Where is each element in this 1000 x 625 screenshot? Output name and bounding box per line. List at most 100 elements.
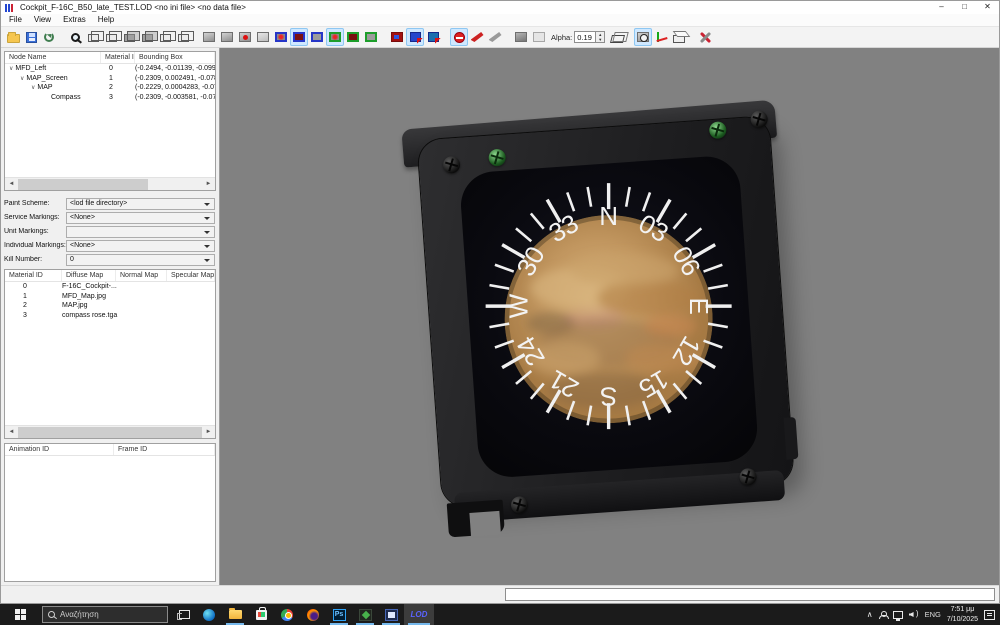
red-cube-marker-icon[interactable] [388, 28, 406, 46]
task-view-button[interactable] [172, 604, 196, 625]
taskbar-photoshop-icon[interactable]: Ps [326, 604, 352, 625]
teal-flag-icon[interactable] [424, 28, 442, 46]
clock[interactable]: 7:51 μμ 7/10/2025 [947, 605, 978, 623]
green-cube-gray-icon[interactable] [362, 28, 380, 46]
no-entry-icon[interactable] [450, 28, 468, 46]
separator[interactable] [58, 28, 66, 46]
materials-horizontal-scrollbar[interactable]: ◄ ► [5, 425, 215, 438]
tree-node-row[interactable]: Compass 3 (-0.2309, -0.003581, -0.079 [5, 93, 215, 103]
lod-level-1-icon[interactable] [84, 28, 102, 46]
transparent-cube-icon[interactable] [530, 28, 548, 46]
start-button[interactable] [0, 604, 40, 625]
tree-header-node-name: Node Name [5, 52, 101, 63]
chevron-down-icon[interactable]: ∨ [20, 76, 24, 82]
kill-number-select[interactable]: 0 [66, 254, 215, 266]
lod-level-5-icon[interactable] [156, 28, 174, 46]
action-center-icon[interactable] [984, 610, 995, 620]
taskbar-search-input[interactable]: Αναζήτηση [42, 606, 168, 623]
service-markings-select[interactable]: <None> [66, 212, 215, 224]
blue-cube-filled-icon[interactable] [290, 28, 308, 46]
open-file-icon[interactable] [4, 28, 22, 46]
solid-cube-2-icon[interactable] [218, 28, 236, 46]
taskbar-firefox-icon[interactable] [300, 604, 326, 625]
materials-panel: Material ID Diffuse Map Normal Map Specu… [4, 269, 216, 439]
node-material-id: 1 [101, 74, 135, 84]
tree-horizontal-scrollbar[interactable]: ◄ ► [5, 177, 215, 190]
taskbar-chrome-icon[interactable] [274, 604, 300, 625]
material-row[interactable]: 1 MFD_Map.jpg [5, 292, 215, 302]
axes-icon[interactable] [652, 28, 670, 46]
zoom-tool-icon[interactable] [66, 28, 84, 46]
compass-tick [686, 228, 701, 241]
menu-item[interactable]: Extras [57, 14, 92, 26]
red-dart-icon[interactable] [468, 28, 486, 46]
separator[interactable] [504, 28, 512, 46]
alpha-spinner[interactable]: ▲▼ [596, 31, 605, 43]
solid-cube-icon[interactable] [200, 28, 218, 46]
reload-icon[interactable] [40, 28, 58, 46]
tree-node-row[interactable]: ∨MAP 2 (-0.2229, 0.0004283, -0.071 [5, 83, 215, 93]
close-button[interactable]: ✕ [976, 1, 999, 14]
menu-item[interactable]: File [3, 14, 28, 26]
lod-level-6-icon[interactable] [174, 28, 192, 46]
green-cube-marker-icon[interactable] [326, 28, 344, 46]
wire-box-icon[interactable] [608, 28, 626, 46]
material-id: 3 [5, 311, 62, 321]
taskbar-file-explorer-icon[interactable] [222, 604, 248, 625]
gray-dart-icon[interactable] [486, 28, 504, 46]
tree-node-row[interactable]: ∨MAP_Screen 1 (-0.2309, 0.002491, -0.078… [5, 74, 215, 84]
scroll-left-icon[interactable]: ◄ [5, 181, 18, 187]
taskbar-edge-icon[interactable] [196, 604, 222, 625]
alpha-value-input[interactable]: 0.19 [574, 31, 596, 43]
volume-tray-icon[interactable] [909, 610, 919, 619]
shaded-cube-icon[interactable] [512, 28, 530, 46]
scrollbar-thumb[interactable] [18, 427, 202, 438]
taskbar-lod-editor-icon[interactable]: LOD [404, 604, 434, 625]
chevron-down-icon[interactable]: ∨ [31, 85, 35, 91]
separator[interactable] [380, 28, 388, 46]
compass-tick [588, 187, 591, 207]
alpha-control: Alpha: 0.19 ▲▼ [551, 31, 605, 43]
material-row[interactable]: 3 compass rose.tga [5, 311, 215, 321]
taskbar-viewer-tool-icon[interactable] [378, 604, 404, 625]
lod-level-3-icon[interactable] [120, 28, 138, 46]
blue-flag-icon[interactable] [406, 28, 424, 46]
tree-node-row[interactable]: ∨MFD_Left 0 (-0.2494, -0.01139, -0.0990 [5, 64, 215, 74]
save-icon[interactable] [22, 28, 40, 46]
menu-item[interactable]: View [28, 14, 57, 26]
scroll-right-icon[interactable]: ► [202, 181, 215, 187]
language-indicator[interactable]: ENG [925, 610, 941, 619]
maximize-button[interactable]: □ [953, 1, 976, 14]
green-cube-filled-icon[interactable] [344, 28, 362, 46]
separator[interactable] [626, 28, 634, 46]
scroll-left-icon[interactable]: ◄ [5, 429, 18, 435]
taskbar-texture-tool-icon[interactable] [352, 604, 378, 625]
cube-red-marker-icon[interactable] [236, 28, 254, 46]
blue-cube-marker-icon[interactable] [272, 28, 290, 46]
chevron-down-icon[interactable]: ∨ [9, 66, 13, 72]
paint-scheme-select[interactable]: <lod file directory> [66, 198, 215, 210]
clock-cube-icon[interactable] [634, 28, 652, 46]
scrollbar-thumb[interactable] [18, 179, 148, 190]
people-tray-icon[interactable] [879, 611, 887, 619]
material-row[interactable]: 0 F-16C_Cockpit-... [5, 282, 215, 292]
lod-level-4-icon[interactable] [138, 28, 156, 46]
separator[interactable] [442, 28, 450, 46]
cube-light-icon[interactable] [254, 28, 272, 46]
open-box-icon[interactable] [670, 28, 688, 46]
menu-item[interactable]: Help [92, 14, 120, 26]
material-row[interactable]: 2 MAP.jpg [5, 301, 215, 311]
blue-cube-gray-icon[interactable] [308, 28, 326, 46]
minimize-button[interactable]: – [930, 1, 953, 14]
scroll-right-icon[interactable]: ► [202, 429, 215, 435]
viewport-3d[interactable]: N0306E1215S2124W3033 [220, 48, 999, 585]
unit-markings-select[interactable] [66, 226, 215, 238]
lod-level-2-icon[interactable] [102, 28, 120, 46]
network-tray-icon[interactable] [893, 611, 903, 619]
hidden-icons-chevron[interactable]: ∧ [867, 610, 873, 619]
tools-icon[interactable] [696, 28, 714, 46]
taskbar-store-icon[interactable] [248, 604, 274, 625]
separator[interactable] [688, 28, 696, 46]
separator[interactable] [192, 28, 200, 46]
individual-markings-select[interactable]: <None> [66, 240, 215, 252]
